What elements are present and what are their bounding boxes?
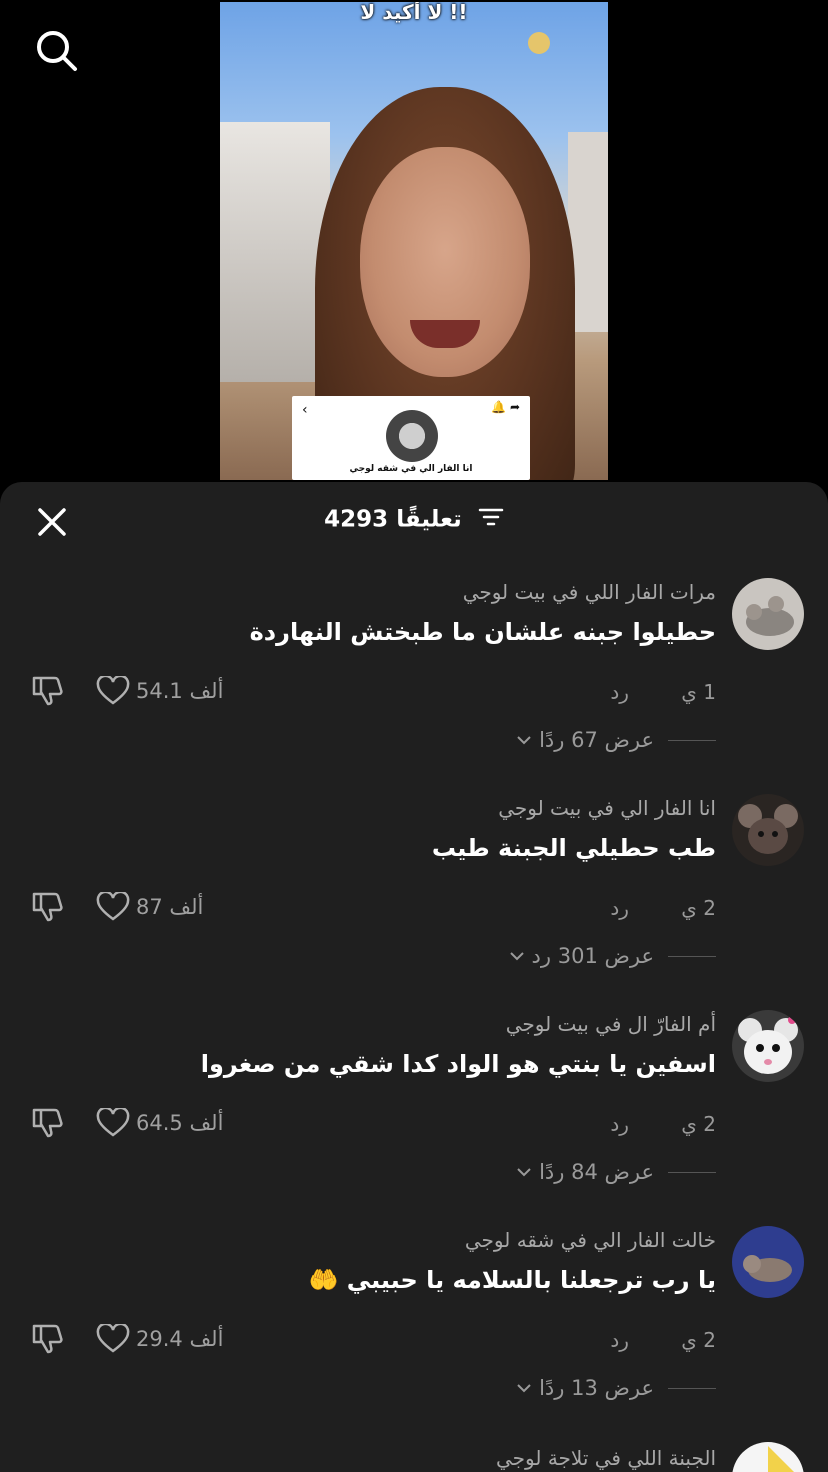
comment-time: 2 ي: [681, 1328, 716, 1352]
reply-button[interactable]: رد: [610, 680, 629, 704]
reply-button[interactable]: رد: [610, 1328, 629, 1352]
video-caption: لا أكيد لا !!: [360, 2, 468, 24]
avatar[interactable]: [732, 1226, 804, 1298]
comment-text: اسفين يا بنتي هو الواد كدا شقي من صغروا: [200, 1050, 716, 1078]
video-area: لا أكيد لا !! ‹ 🔔 ➦ انا الفار الي في شقه…: [0, 0, 828, 482]
chevron-down-icon: [517, 1168, 531, 1177]
like-count: 64.5 ألف: [136, 1111, 224, 1135]
dislike-icon[interactable]: [30, 1104, 66, 1140]
comments-header[interactable]: 4293 تعليقًا: [0, 506, 828, 534]
card-avatar: [386, 410, 438, 462]
reply-button[interactable]: رد: [610, 896, 629, 920]
comment-username[interactable]: مرات الفار اللي في بيت لوجي: [463, 580, 716, 604]
filter-icon[interactable]: [478, 506, 504, 534]
video-background: [220, 122, 330, 382]
comment-username[interactable]: الجبنة اللي في تلاجة لوجي: [496, 1446, 716, 1470]
comment-time: 1 ي: [681, 680, 716, 704]
like-count: 87 ألف: [136, 895, 204, 919]
like-count: 29.4 ألف: [136, 1327, 224, 1351]
reply-button[interactable]: رد: [610, 1112, 629, 1136]
card-icons: 🔔 ➦: [491, 400, 520, 414]
card-name: انا الفار الي في شقه لوجي: [349, 464, 473, 474]
like-count: 54.1 ألف: [136, 679, 224, 703]
dislike-icon[interactable]: [30, 1320, 66, 1356]
view-replies-button[interactable]: عرض 67 ردًا: [515, 728, 716, 752]
comment-item: أم الفارّ ال في بيت لوجي اسفين يا بنتي ه…: [0, 1010, 828, 1226]
view-replies-button[interactable]: عرض 13 ردًا: [515, 1376, 716, 1400]
dislike-icon[interactable]: [30, 888, 66, 924]
back-icon: ‹: [302, 402, 308, 418]
comment-item: انا الفار الي في بيت لوجي طب حطيلي الجبن…: [0, 794, 828, 1010]
heart-icon: [96, 1108, 130, 1137]
heart-icon: [96, 676, 130, 705]
avatar[interactable]: [732, 794, 804, 866]
view-replies-label: عرض 301 رد: [531, 944, 654, 968]
like-button[interactable]: 29.4 ألف: [96, 1322, 223, 1356]
video-profile-card: ‹ 🔔 ➦ انا الفار الي في شقه لوجي: [292, 396, 530, 480]
comment-item: مرات الفار اللي في بيت لوجي حطيلوا جبنه …: [0, 578, 828, 794]
avatar[interactable]: [732, 1010, 804, 1082]
search-icon[interactable]: [32, 26, 80, 74]
comment-text: طب حطيلي الجبنة طيب: [431, 834, 716, 862]
view-replies-label: عرض 13 ردًا: [539, 1376, 654, 1400]
comments-sheet: 4293 تعليقًا مرات الفار اللي في بيت لوجي…: [0, 482, 828, 1472]
comment-meta: 2 ي رد: [610, 896, 716, 920]
view-replies-label: عرض 84 ردًا: [539, 1160, 654, 1184]
comment-username[interactable]: خالت الفار الي في شقه لوجي: [465, 1228, 716, 1252]
comment-text: يا رب ترجعلنا بالسلامه يا حبيبي 🤲: [308, 1266, 716, 1294]
view-replies-label: عرض 67 ردًا: [539, 728, 654, 752]
comment-meta: 2 ي رد: [610, 1328, 716, 1352]
chevron-down-icon: [509, 952, 524, 961]
chevron-down-icon: [517, 1384, 531, 1393]
avatar[interactable]: [732, 578, 804, 650]
chevron-down-icon: [517, 736, 531, 745]
comment-time: 2 ي: [681, 1112, 716, 1136]
heart-icon: [96, 892, 130, 921]
comment-meta: 2 ي رد: [610, 1112, 716, 1136]
view-replies-button[interactable]: عرض 301 رد: [508, 944, 716, 968]
like-button[interactable]: 87 ألف: [96, 890, 203, 924]
comment-meta: 1 ي رد: [610, 680, 716, 704]
heart-icon: [96, 1324, 130, 1353]
comments-count: 4293 تعليقًا: [324, 506, 462, 533]
comment-time: 2 ي: [681, 896, 716, 920]
comment-text: حطيلوا جبنه علشان ما طبختش النهاردة: [249, 618, 716, 646]
video-player[interactable]: لا أكيد لا !! ‹ 🔔 ➦ انا الفار الي في شقه…: [220, 2, 608, 480]
comment-username[interactable]: انا الفار الي في بيت لوجي: [498, 796, 716, 820]
like-button[interactable]: 64.5 ألف: [96, 1106, 223, 1140]
like-button[interactable]: 54.1 ألف: [96, 674, 223, 708]
comment-item: خالت الفار الي في شقه لوجي يا رب ترجعلنا…: [0, 1226, 828, 1442]
view-replies-button[interactable]: عرض 84 ردًا: [515, 1160, 716, 1184]
dislike-icon[interactable]: [30, 672, 66, 708]
comment-username[interactable]: أم الفارّ ال في بيت لوجي: [506, 1012, 716, 1036]
avatar[interactable]: [732, 1442, 804, 1472]
comment-item: الجبنة اللي في تلاجة لوجي: [0, 1442, 828, 1472]
